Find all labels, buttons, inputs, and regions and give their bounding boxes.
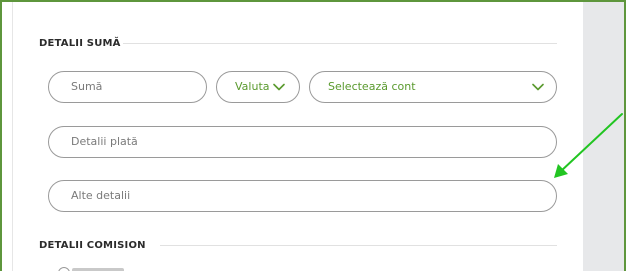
amount-input-placeholder: Sumă [71,80,103,93]
currency-select[interactable]: Valuta [216,71,300,103]
chevron-down-icon [532,83,544,91]
account-select[interactable]: Selectează cont [309,71,557,103]
annotation-arrow-icon [554,113,623,178]
chevron-down-icon [273,83,285,91]
section-title-amount: DETALII SUMĂ [39,38,121,49]
account-select-label: Selectează cont [328,80,416,93]
amount-input[interactable]: Sumă [48,71,207,103]
section-divider-amount [123,43,557,44]
other-details-input[interactable]: Alte detalii [48,180,557,212]
payment-details-placeholder: Detalii plată [71,135,138,148]
section-divider-commission [160,245,557,246]
payment-details-input[interactable]: Detalii plată [48,126,557,158]
other-details-placeholder: Alte detalii [71,189,131,202]
screenshot-frame: DETALII SUMĂ Sumă Valuta Selectează cont… [0,0,626,271]
section-title-commission: DETALII COMISION [39,240,146,251]
currency-select-label: Valuta [235,80,270,93]
